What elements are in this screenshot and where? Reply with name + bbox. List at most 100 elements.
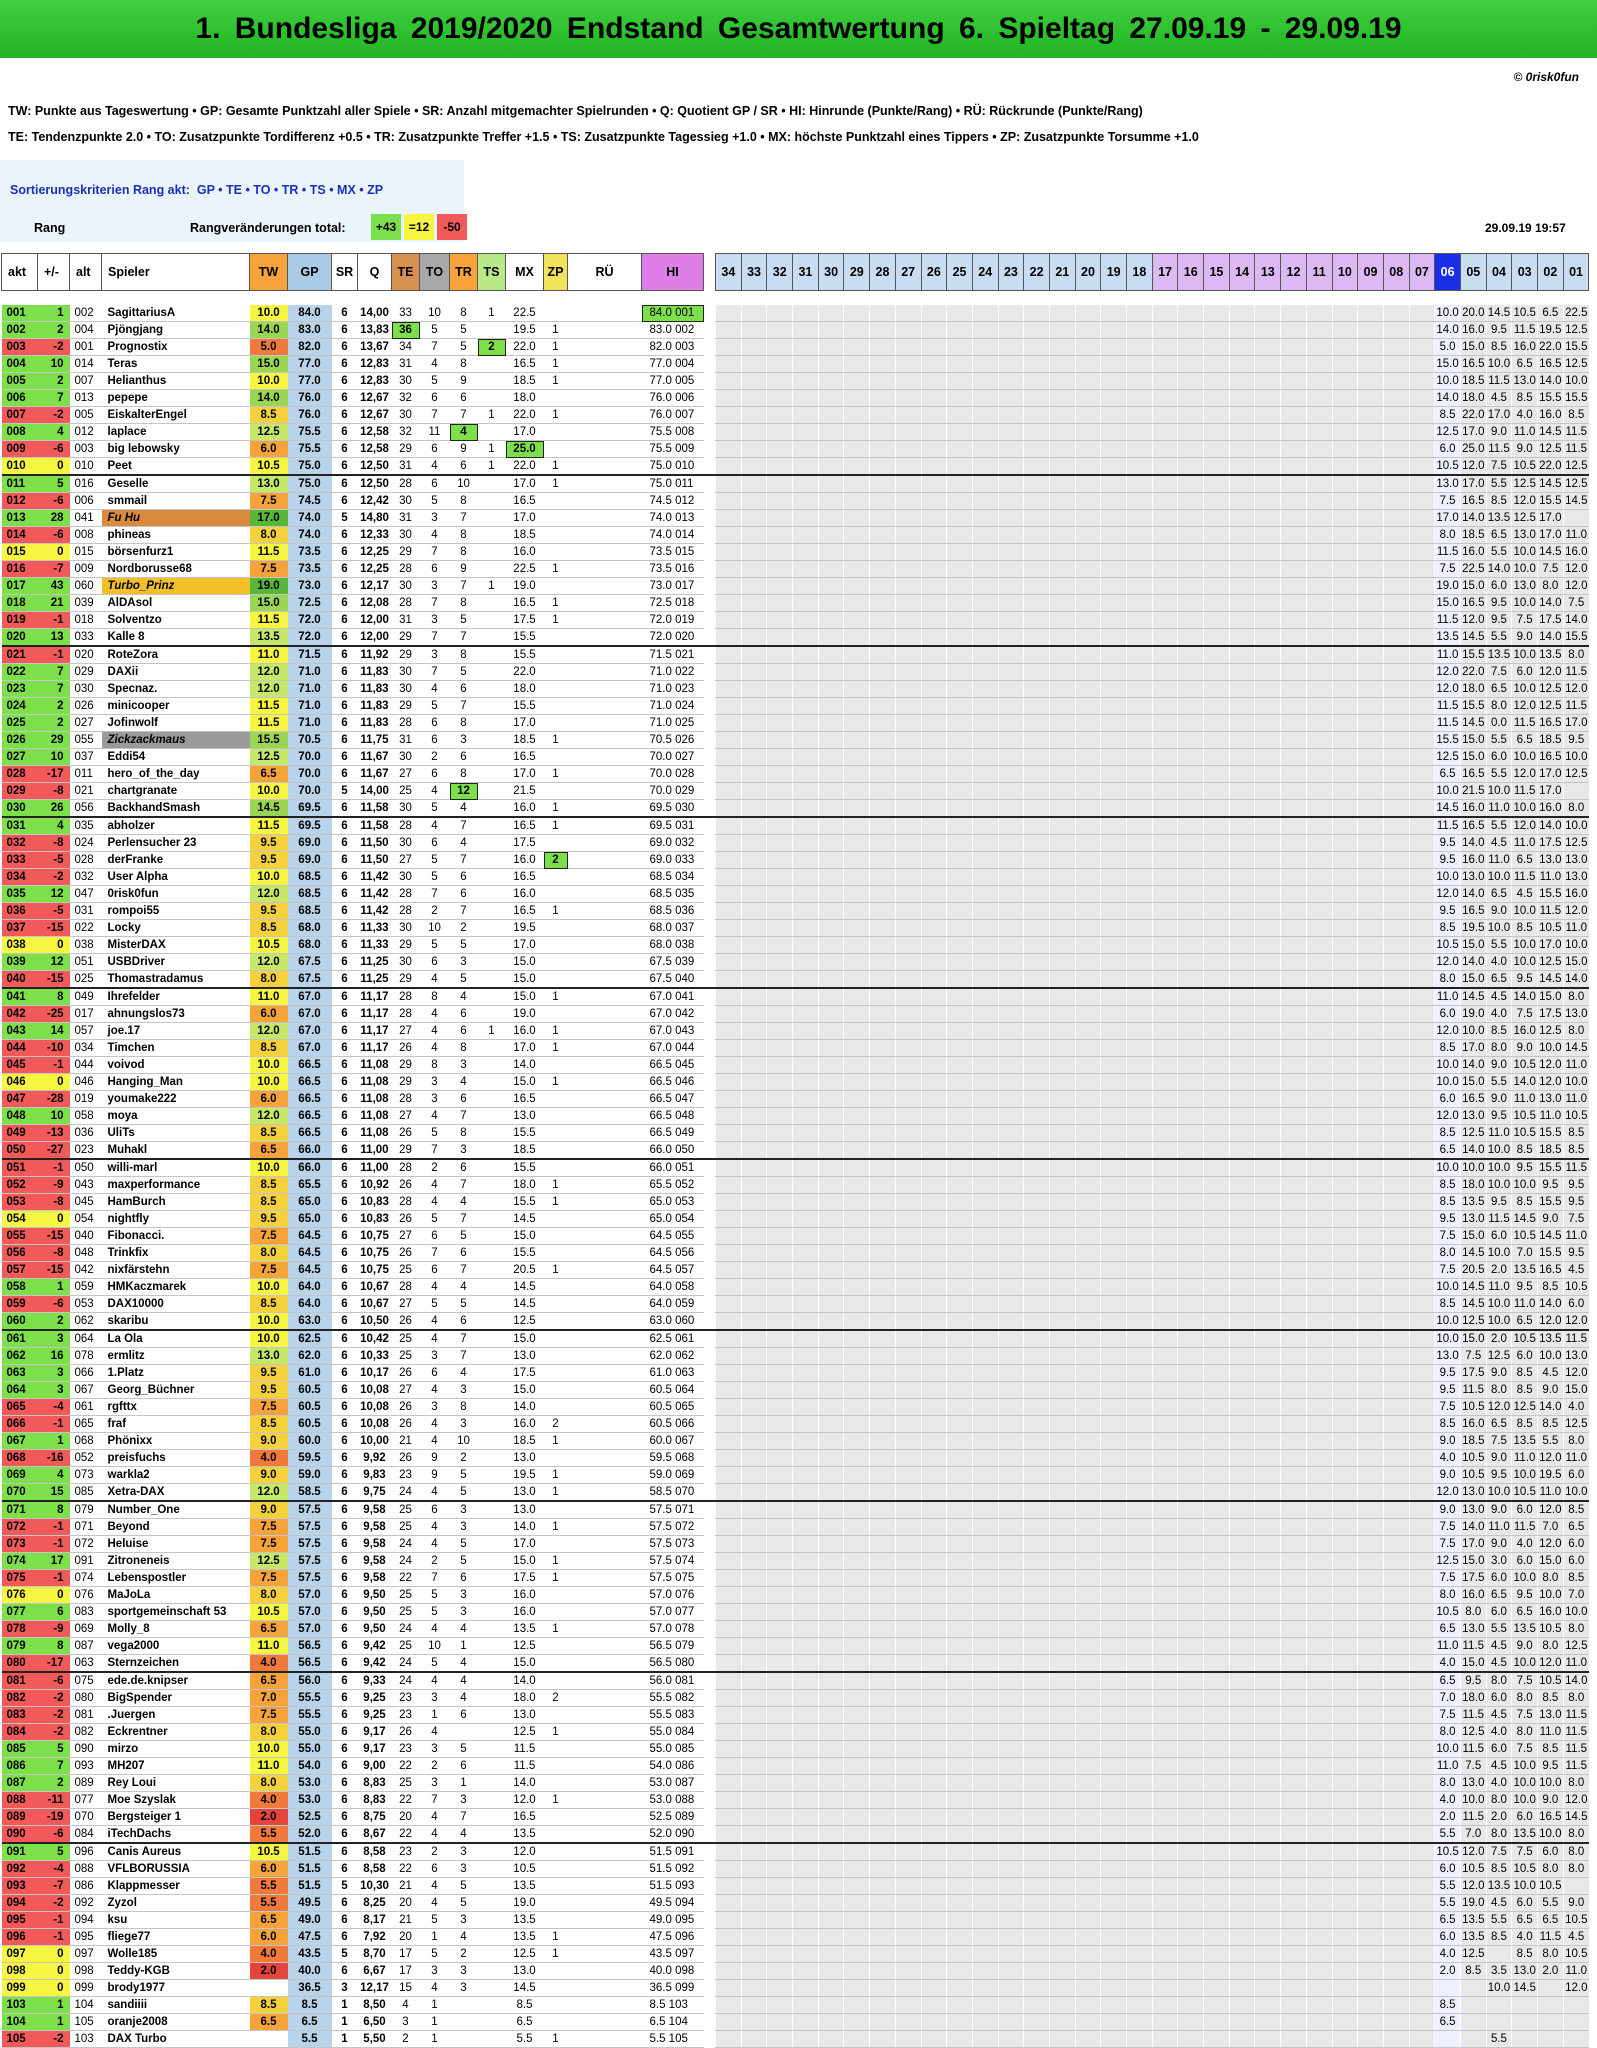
round-score [946,372,973,390]
round-score [1305,1278,1332,1296]
round-score [1408,1005,1435,1023]
round-score: 13.0 [1511,526,1538,544]
round-score [1074,902,1101,920]
round-score [1203,1432,1230,1450]
tw: 8.5 [249,1295,288,1313]
tr: 7 [449,851,478,869]
rank: 049 [1,1124,38,1142]
round-score [971,970,999,989]
round-score [971,1466,999,1484]
round-score [766,1022,793,1040]
round-score [997,868,1024,886]
ts [477,321,506,339]
gap [704,1399,716,1416]
round-score [1305,919,1332,937]
round-score [869,1244,896,1262]
round-score [920,1620,947,1638]
mx: 17.0 [505,714,544,732]
round-score [1280,526,1307,544]
prev-rank: 013 [69,389,102,407]
sr: 6 [331,1364,358,1382]
mx: 17.5 [505,1569,544,1587]
round-score [1074,834,1101,852]
round-score [1382,1090,1410,1108]
round-score [1280,1877,1307,1895]
tw: 6.0 [249,1860,288,1878]
hi: 67.0 044 [641,1039,704,1057]
round-score: 11.0 [1537,1483,1564,1502]
prev-rank: 086 [69,1877,102,1895]
round-score [843,799,870,818]
round-score [1151,765,1178,783]
table-row: 088 -11 077 Moe Szyslak 4.0 53.0 6 8,83 22 7 3 12.0… [1,1791,1589,1809]
round-score [920,1347,947,1365]
round-score [766,1244,793,1262]
gap [704,1023,716,1040]
ts [477,834,506,852]
round-score [1408,1364,1435,1382]
round-score [817,1073,844,1091]
te: 20 [391,1894,420,1912]
round-score [1408,1825,1435,1844]
round-score [766,492,793,510]
round-score [1228,1295,1255,1313]
round-score [920,1518,947,1536]
round-score [920,868,947,886]
round-score [715,338,742,356]
round-score [1126,936,1153,954]
round-score [920,1501,947,1519]
table-row: 021 -1 020 RoteZora 11.0 71.5 6 11,92 29 3 8 15.5 71… [1,646,1589,664]
round-score: 8.5 [1537,1740,1564,1758]
round-score [792,970,819,989]
zp [543,1843,568,1861]
round-score [1280,1415,1307,1433]
rank: 055 [1,1227,38,1245]
round-score: 22.0 [1537,338,1564,356]
round-score: 8.5 [1562,1124,1589,1142]
round-score [1280,1586,1307,1604]
round-score [715,902,742,920]
table-row: 074 17 091 Zitroneneis 12.5 57.5 6 9,58 24 2 5 15.0… [1,1552,1589,1570]
round-score: 13.5 [1485,509,1512,527]
round-score [1151,1022,1178,1040]
round-score [740,1825,767,1844]
ts [477,1056,506,1074]
hi: 76.0 006 [641,389,704,407]
ts [477,731,506,749]
quotient: 11,33 [357,936,392,954]
round-score [740,1227,767,1245]
round-score [1100,731,1127,749]
round-score [1408,851,1435,869]
hi: 68.0 038 [641,936,704,954]
round-score [843,1894,870,1912]
round-score [920,1107,947,1125]
round-score [1331,440,1358,458]
round-score: 6.0 [1485,1689,1512,1707]
round-score: 14.5 [1459,714,1487,732]
to: 7 [419,663,450,681]
player-name: derFranke [101,851,250,869]
round-score [1408,1706,1435,1724]
te: 31 [391,509,420,527]
round-score: 15.0 [1459,338,1487,356]
round-score: 11.5 [1485,1210,1512,1228]
round-score [1382,1176,1410,1194]
round-score [1177,1141,1204,1160]
round-score: 10.0 [1434,1159,1461,1177]
rank-change: 14 [37,1022,70,1040]
round-score: 9.5 [1485,1107,1512,1125]
round-score: 15.5 [1537,1124,1564,1142]
round-score [971,1689,999,1707]
round-score [715,1330,742,1348]
round-score [817,1056,844,1074]
round-score [869,611,896,629]
round-score [792,1586,819,1604]
round-score [1177,1073,1204,1091]
round-score [1254,1603,1281,1621]
rank: 066 [1,1415,38,1433]
round-score [843,1039,870,1057]
round-score [1048,1860,1076,1878]
round-score: 10.5 [1434,1603,1461,1621]
round-score [1126,646,1153,664]
round-score [843,305,870,322]
